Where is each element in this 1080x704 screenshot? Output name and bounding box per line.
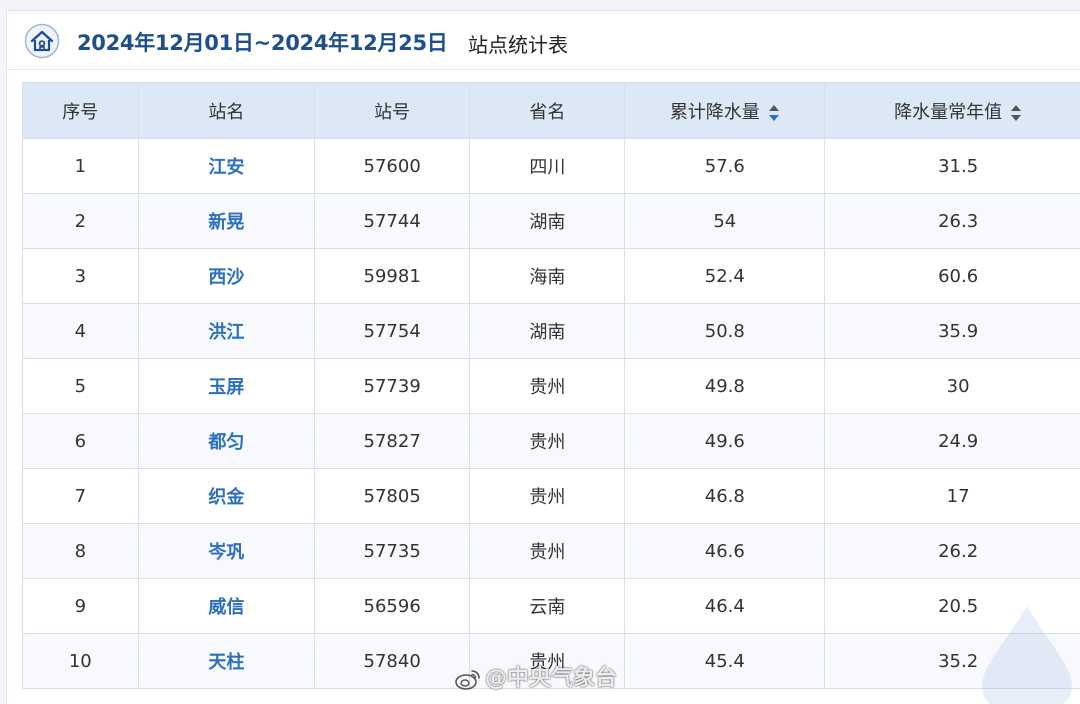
- page-title: 站点统计表: [468, 29, 568, 58]
- cell-station-name[interactable]: 岑巩: [138, 524, 314, 579]
- cell-station-id: 57827: [315, 414, 470, 469]
- column-header-normal-precip-label: 降水量常年值: [894, 102, 1002, 123]
- sort-icon[interactable]: [768, 104, 780, 122]
- weibo-icon: [455, 668, 481, 690]
- background-drop-icon: [967, 601, 1080, 704]
- sort-icon[interactable]: [1010, 104, 1022, 122]
- station-name-link[interactable]: 威信: [208, 597, 244, 618]
- cell-station-name[interactable]: 西沙: [138, 249, 314, 304]
- column-header-province: 省名: [470, 83, 625, 139]
- cell-seq: 1: [23, 139, 139, 194]
- station-stats-table: 序号 站名 站号 省名 累计降水量 降水量常年值: [22, 82, 1080, 689]
- station-name-link[interactable]: 西沙: [208, 267, 244, 288]
- cell-station-id: 57754: [315, 304, 470, 359]
- cell-province: 海南: [470, 249, 625, 304]
- home-icon[interactable]: [24, 23, 60, 59]
- weibo-watermark: @中央气象台: [455, 660, 617, 692]
- table-row: 7 织金 57805 贵州 46.8 17: [23, 469, 1080, 524]
- cell-station-name[interactable]: 织金: [138, 469, 314, 524]
- cell-total-precip: 49.6: [625, 414, 825, 469]
- cell-normal-precip: 35.9: [825, 304, 1080, 359]
- cell-total-precip: 50.8: [625, 304, 825, 359]
- station-name-link[interactable]: 岑巩: [208, 542, 244, 563]
- panel-header: 2024年12月01日~2024年12月25日 站点统计表: [7, 11, 1080, 70]
- column-header-id: 站号: [315, 83, 470, 139]
- cell-station-name[interactable]: 威信: [138, 579, 314, 634]
- cell-station-id: 57805: [315, 469, 470, 524]
- column-header-total-precip-label: 累计降水量: [670, 102, 760, 123]
- cell-total-precip: 54: [625, 194, 825, 249]
- watermark-text: @中央气象台: [485, 666, 617, 691]
- column-header-name: 站名: [138, 83, 314, 139]
- cell-station-name[interactable]: 都匀: [138, 414, 314, 469]
- cell-province: 贵州: [470, 524, 625, 579]
- station-name-link[interactable]: 都匀: [208, 432, 244, 453]
- station-name-link[interactable]: 新晃: [208, 212, 244, 233]
- table-row: 5 玉屏 57739 贵州 49.8 30: [23, 359, 1080, 414]
- cell-station-name[interactable]: 新晃: [138, 194, 314, 249]
- cell-province: 贵州: [470, 414, 625, 469]
- column-header-normal-precip[interactable]: 降水量常年值: [825, 83, 1080, 139]
- cell-total-precip: 46.8: [625, 469, 825, 524]
- cell-province: 云南: [470, 579, 625, 634]
- stats-table-container: 序号 站名 站号 省名 累计降水量 降水量常年值: [22, 82, 1080, 689]
- cell-seq: 2: [23, 194, 139, 249]
- cell-station-id: 57744: [315, 194, 470, 249]
- table-row: 8 岑巩 57735 贵州 46.6 26.2: [23, 524, 1080, 579]
- cell-seq: 3: [23, 249, 139, 304]
- cell-normal-precip: 17: [825, 469, 1080, 524]
- cell-station-id: 59981: [315, 249, 470, 304]
- cell-seq: 7: [23, 469, 139, 524]
- table-row: 2 新晃 57744 湖南 54 26.3: [23, 194, 1080, 249]
- table-row: 6 都匀 57827 贵州 49.6 24.9: [23, 414, 1080, 469]
- column-header-total-precip[interactable]: 累计降水量: [625, 83, 825, 139]
- cell-station-id: 57735: [315, 524, 470, 579]
- cell-total-precip: 57.6: [625, 139, 825, 194]
- cell-province: 湖南: [470, 194, 625, 249]
- station-name-link[interactable]: 玉屏: [208, 377, 244, 398]
- cell-total-precip: 45.4: [625, 634, 825, 689]
- cell-station-name[interactable]: 天柱: [138, 634, 314, 689]
- cell-total-precip: 49.8: [625, 359, 825, 414]
- station-name-link[interactable]: 织金: [208, 487, 244, 508]
- cell-seq: 8: [23, 524, 139, 579]
- cell-normal-precip: 26.2: [825, 524, 1080, 579]
- table-row: 4 洪江 57754 湖南 50.8 35.9: [23, 304, 1080, 359]
- cell-station-name[interactable]: 玉屏: [138, 359, 314, 414]
- table-header-row: 序号 站名 站号 省名 累计降水量 降水量常年值: [23, 83, 1080, 139]
- cell-normal-precip: 24.9: [825, 414, 1080, 469]
- cell-station-name[interactable]: 江安: [138, 139, 314, 194]
- date-range-title: 2024年12月01日~2024年12月25日: [77, 27, 448, 57]
- cell-seq: 10: [23, 634, 139, 689]
- cell-station-id: 57600: [315, 139, 470, 194]
- cell-province: 四川: [470, 139, 625, 194]
- cell-province: 湖南: [470, 304, 625, 359]
- cell-normal-precip: 60.6: [825, 249, 1080, 304]
- cell-total-precip: 46.4: [625, 579, 825, 634]
- cell-normal-precip: 31.5: [825, 139, 1080, 194]
- cell-seq: 5: [23, 359, 139, 414]
- column-header-seq: 序号: [23, 83, 139, 139]
- station-stats-panel: 2024年12月01日~2024年12月25日 站点统计表 序号 站名 站号 省…: [6, 10, 1080, 704]
- cell-station-id: 56596: [315, 579, 470, 634]
- cell-seq: 6: [23, 414, 139, 469]
- table-row: 1 江安 57600 四川 57.6 31.5: [23, 139, 1080, 194]
- cell-station-name[interactable]: 洪江: [138, 304, 314, 359]
- cell-seq: 9: [23, 579, 139, 634]
- cell-normal-precip: 26.3: [825, 194, 1080, 249]
- cell-province: 贵州: [470, 469, 625, 524]
- cell-province: 贵州: [470, 359, 625, 414]
- cell-normal-precip: 30: [825, 359, 1080, 414]
- cell-station-id: 57840: [315, 634, 470, 689]
- cell-total-precip: 46.6: [625, 524, 825, 579]
- station-name-link[interactable]: 江安: [208, 157, 244, 178]
- cell-total-precip: 52.4: [625, 249, 825, 304]
- table-row: 3 西沙 59981 海南 52.4 60.6: [23, 249, 1080, 304]
- table-row: 9 威信 56596 云南 46.4 20.5: [23, 579, 1080, 634]
- cell-seq: 4: [23, 304, 139, 359]
- station-name-link[interactable]: 洪江: [208, 322, 244, 343]
- cell-station-id: 57739: [315, 359, 470, 414]
- station-name-link[interactable]: 天柱: [208, 652, 244, 673]
